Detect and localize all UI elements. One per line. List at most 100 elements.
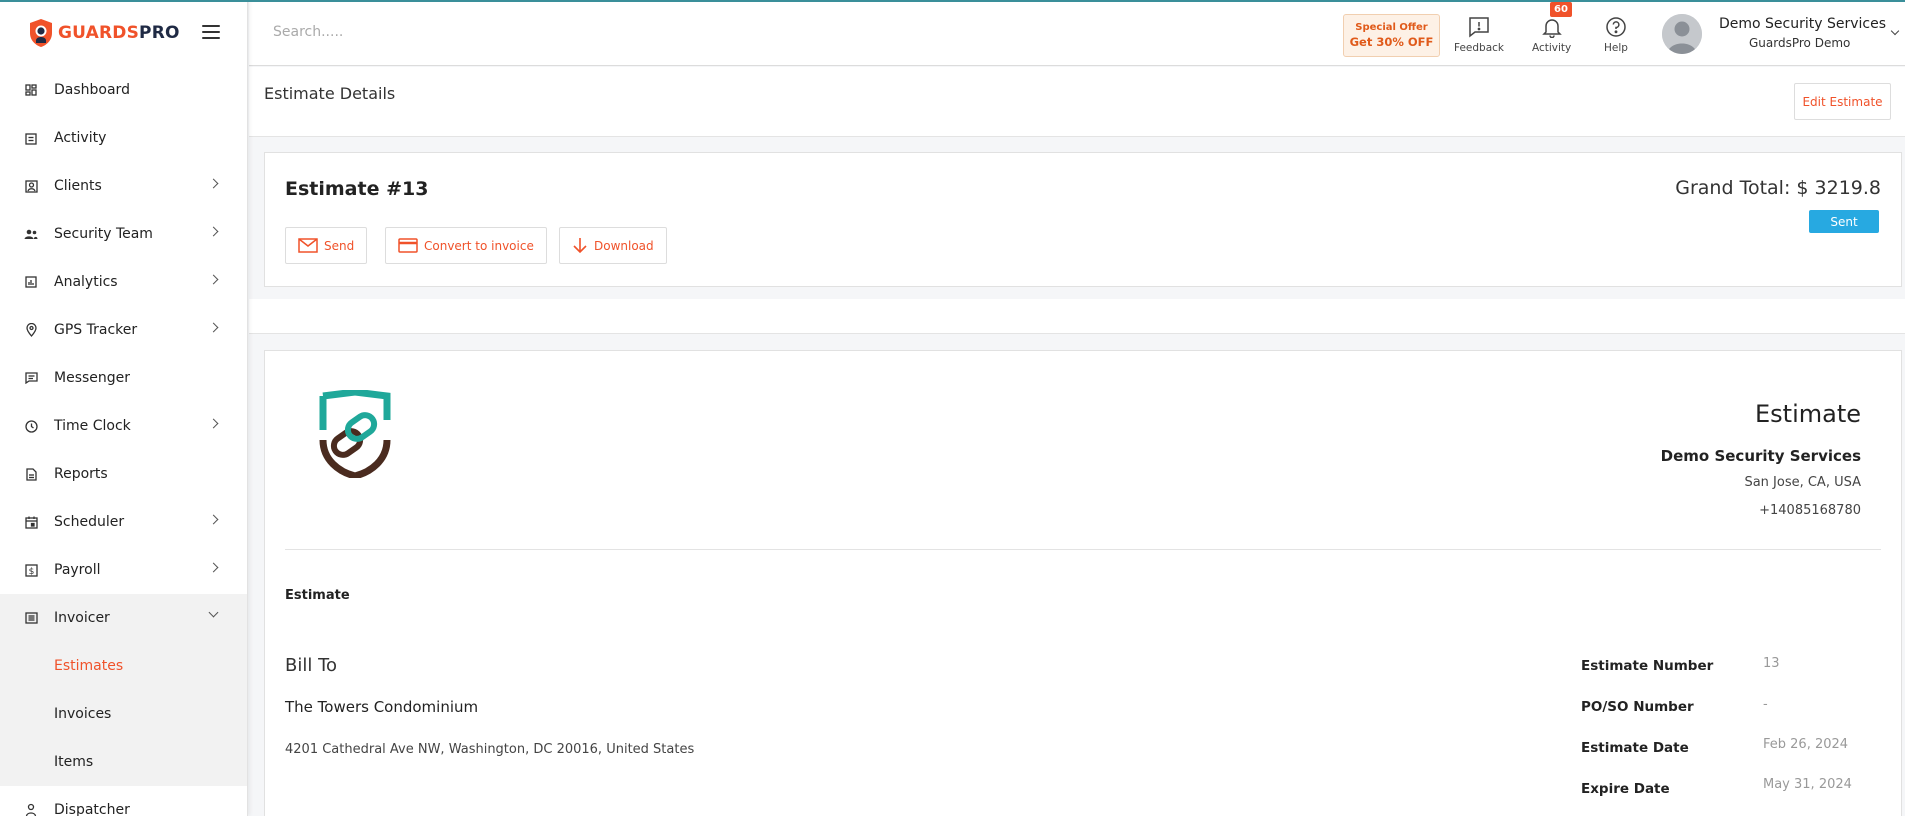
sidebar-item-items[interactable]: Items: [0, 738, 247, 786]
user-company: GuardsPro Demo: [1749, 36, 1851, 50]
edit-estimate-button[interactable]: Edit Estimate: [1794, 83, 1891, 120]
feedback-label: Feedback: [1454, 42, 1505, 54]
menu-toggle-icon[interactable]: [202, 25, 220, 39]
report-icon: [24, 467, 38, 481]
sidebar-item-scheduler[interactable]: Scheduler: [0, 498, 247, 546]
po-so-number-label: PO/SO Number: [1581, 699, 1694, 715]
team-icon: [24, 227, 38, 241]
estimate-number-value: 13: [1763, 656, 1780, 671]
company-address: San Jose, CA, USA: [1744, 475, 1861, 490]
offer-line2: Get 30% OFF: [1349, 35, 1434, 49]
sidebar-item-label: Clients: [54, 178, 102, 194]
send-label: Send: [324, 238, 355, 253]
chevron-down-icon[interactable]: [1890, 26, 1900, 36]
special-offer-button[interactable]: Special Offer Get 30% OFF: [1343, 14, 1440, 57]
location-pin-icon: [24, 323, 38, 337]
sidebar-nav: Dashboard Activity Clients Security Team…: [0, 66, 247, 816]
feedback-button[interactable]: Feedback: [1454, 16, 1504, 54]
top-accent-line: [0, 0, 1905, 2]
download-arrow-icon: [573, 238, 587, 254]
clients-icon: [24, 179, 38, 193]
chevron-right-icon: [208, 514, 219, 525]
sidebar-item-label: GPS Tracker: [54, 322, 138, 338]
sidebar-item-analytics[interactable]: Analytics: [0, 258, 247, 306]
status-badge: Sent: [1809, 210, 1879, 233]
client-name: The Towers Condominium: [285, 698, 479, 716]
sidebar-item-label: Scheduler: [54, 514, 125, 530]
grand-total: Grand Total: $ 3219.8: [1675, 177, 1881, 199]
mail-icon: [298, 238, 318, 253]
sidebar-item-reports[interactable]: Reports: [0, 450, 247, 498]
chevron-right-icon: [208, 274, 219, 285]
estimate-date-label: Estimate Date: [1581, 740, 1689, 756]
estimate-summary-card: Estimate #13 Send Convert to invoice Dow…: [264, 152, 1902, 287]
sidebar-item-dashboard[interactable]: Dashboard: [0, 66, 247, 114]
chevron-right-icon: [208, 178, 219, 189]
dashboard-icon: [24, 83, 38, 97]
bill-to-heading: Bill To: [285, 655, 338, 676]
user-name[interactable]: Demo Security Services: [1719, 16, 1886, 32]
sidebar-item-activity[interactable]: Activity: [0, 114, 247, 162]
sidebar-item-invoices[interactable]: Invoices: [0, 690, 247, 738]
brand[interactable]: GUARDSPRO: [0, 0, 247, 66]
estimate-date-value: Feb 26, 2024: [1763, 737, 1849, 752]
sidebar-item-label: Invoices: [54, 706, 112, 722]
sidebar-item-label: Time Clock: [54, 418, 131, 434]
download-button[interactable]: Download: [559, 227, 667, 264]
feedback-icon: [1469, 17, 1489, 38]
sidebar-item-messenger[interactable]: Messenger: [0, 354, 247, 402]
bell-icon: [1541, 19, 1562, 38]
credit-card-icon: [398, 238, 418, 253]
offer-line1: Special Offer: [1355, 22, 1428, 33]
sidebar: GUARDSPRO Dashboard Activity Clients Sec…: [0, 0, 248, 816]
estimate-title: Estimate #13: [285, 178, 429, 200]
guardspro-logo-icon: [30, 19, 52, 47]
sidebar-item-gps-tracker[interactable]: GPS Tracker: [0, 306, 247, 354]
download-label: Download: [594, 238, 654, 253]
help-icon: [1606, 17, 1626, 37]
sidebar-item-label: Estimates: [54, 658, 124, 674]
invoicer-submenu: Estimates Invoices Items: [0, 642, 247, 786]
sidebar-item-invoicer[interactable]: Invoicer: [0, 594, 247, 642]
sidebar-item-label: Dispatcher: [54, 802, 130, 816]
svg-text:$: $: [28, 567, 34, 577]
sidebar-item-label: Analytics: [54, 274, 118, 290]
sidebar-item-label: Dashboard: [54, 82, 130, 98]
activity-count-badge: 60: [1550, 2, 1572, 17]
sidebar-item-payroll[interactable]: $ Payroll: [0, 546, 247, 594]
po-so-number-value: -: [1763, 697, 1768, 712]
sidebar-item-estimates[interactable]: Estimates: [0, 642, 247, 690]
send-button[interactable]: Send: [285, 227, 368, 264]
client-address: 4201 Cathedral Ave NW, Washington, DC 20…: [285, 742, 695, 757]
sidebar-item-clients[interactable]: Clients: [0, 162, 247, 210]
sidebar-item-label: Reports: [54, 466, 108, 482]
activity-button[interactable]: 60 Activity: [1532, 2, 1572, 54]
convert-to-invoice-button[interactable]: Convert to invoice: [385, 227, 547, 264]
dispatcher-icon: [24, 803, 38, 816]
avatar[interactable]: [1662, 14, 1702, 54]
clock-icon: [24, 419, 38, 433]
main-content: Estimate Details Edit Estimate Estimate …: [249, 67, 1905, 816]
sidebar-item-dispatcher[interactable]: Dispatcher: [0, 786, 247, 816]
company-shield-logo: [319, 390, 391, 478]
brand-name: GUARDSPRO: [58, 23, 180, 43]
document-label: Estimate: [285, 588, 350, 603]
search-input[interactable]: [273, 24, 573, 40]
sidebar-item-label: Activity: [54, 130, 107, 146]
help-label: Help: [1604, 42, 1628, 54]
chevron-right-icon: [208, 562, 219, 573]
user-avatar-icon: [1662, 14, 1702, 54]
sidebar-item-label: Security Team: [54, 226, 153, 242]
help-button[interactable]: Help: [1604, 16, 1628, 54]
sidebar-item-security-team[interactable]: Security Team: [0, 210, 247, 258]
clipboard-icon: [24, 131, 38, 145]
chevron-right-icon: [208, 322, 219, 333]
chevron-right-icon: [208, 418, 219, 429]
activity-label: Activity: [1532, 42, 1572, 54]
chevron-down-icon: [208, 607, 219, 618]
company-phone: +14085168780: [1759, 503, 1861, 518]
analytics-icon: [24, 275, 38, 289]
expire-date-label: Expire Date: [1581, 781, 1670, 797]
invoice-icon: [24, 611, 38, 625]
sidebar-item-time-clock[interactable]: Time Clock: [0, 402, 247, 450]
